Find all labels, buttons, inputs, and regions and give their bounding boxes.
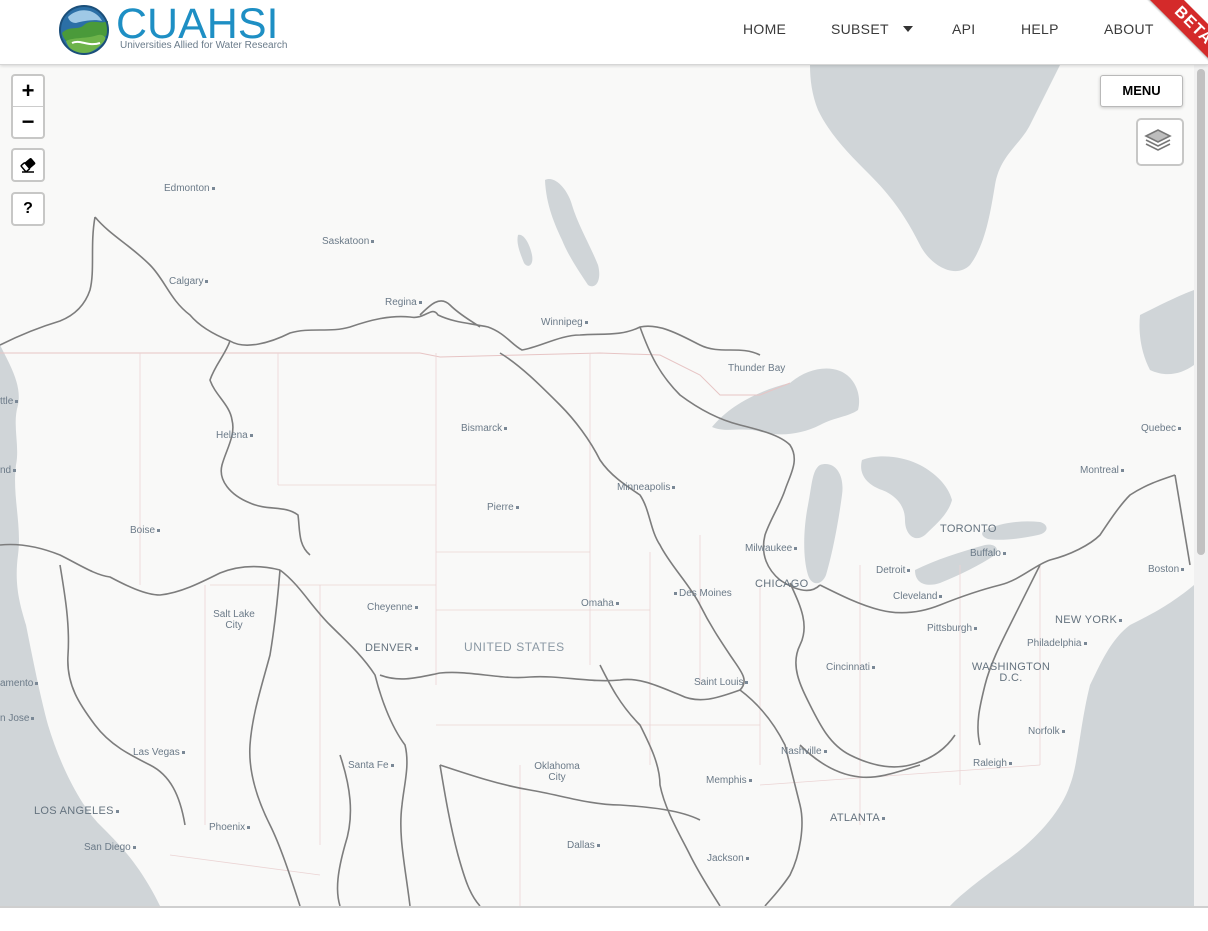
nav-subset-dropdown[interactable]: SUBSET [831,0,913,58]
label-las-vegas: Las Vegas [133,747,187,758]
label-washington-dc: WASHINGTON D.C. [971,661,1051,684]
lake-superior [712,368,860,435]
watershed-boundaries [0,216,1191,906]
label-quebec: Quebec [1141,423,1183,434]
state-borders [139,353,1041,906]
help-button[interactable]: ? [13,194,43,224]
globe-logo-icon [59,5,109,55]
label-pittsburgh: Pittsburgh [927,623,979,634]
zoom-control: + − [11,74,45,139]
label-dallas: Dallas [567,840,602,851]
label-helena: Helena [216,430,255,441]
label-minneapolis: Minneapolis [617,482,677,493]
help-control: ? [11,192,45,226]
nav-api[interactable]: API [952,0,975,58]
label-san-jose: n Jose [0,713,36,724]
label-raleigh: Raleigh [973,758,1014,769]
nav-help[interactable]: HELP [1021,0,1059,58]
label-saskatoon: Saskatoon [322,236,376,247]
label-phoenix: Phoenix [209,822,252,833]
label-norfolk: Norfolk [1028,726,1067,737]
lake-huron [861,456,952,539]
layers-icon [1144,129,1172,151]
page-bottom-divider [0,906,1208,908]
lake-manitoba [517,234,533,266]
label-santa-fe: Santa Fe [348,760,396,771]
label-regina: Regina [385,297,424,308]
label-san-diego: San Diego [84,842,138,853]
label-bismarck: Bismarck [461,423,509,434]
label-edmonton: Edmonton [164,183,217,194]
label-sacramento: amento [0,678,40,689]
label-thunder-bay: Thunder Bay [728,363,786,374]
layers-button[interactable] [1136,118,1184,166]
label-omaha: Omaha [581,598,621,609]
lake-michigan [804,464,843,584]
nav-home[interactable]: HOME [743,0,786,58]
label-chicago: CHICAGO [755,578,809,590]
label-los-angeles: LOS ANGELES [34,806,121,817]
label-des-moines: Des Moines [672,588,732,599]
gulf-st-lawrence [1139,290,1194,375]
label-nashville: Nashville [781,746,829,757]
beta-ribbon: BETA [1145,0,1208,64]
eraser-icon [20,158,36,173]
label-pierre: Pierre [487,502,521,513]
clear-selection-control [11,148,45,182]
label-seattle: ttle [0,396,20,407]
nav-about[interactable]: ABOUT [1104,0,1154,58]
label-buffalo: Buffalo [970,548,1008,559]
pacific-ocean [0,345,160,906]
label-montreal: Montreal [1080,465,1126,476]
label-united-states: UNITED STATES [464,640,565,654]
label-boston: Boston [1148,564,1186,575]
scrollbar-thumb[interactable] [1197,69,1205,555]
label-milwaukee: Milwaukee [745,543,799,554]
label-cheyenne: Cheyenne [367,602,420,613]
us-canada-border [0,352,791,396]
label-cincinnati: Cincinnati [826,662,877,673]
caret-down-icon [902,26,913,33]
hudson-bay [810,65,1060,272]
clear-selection-button[interactable] [13,150,43,180]
lake-winnipeg [545,179,600,287]
top-navigation-bar: CUAHSI Universities Allied for Water Res… [0,0,1208,65]
zoom-out-button[interactable]: − [13,106,43,137]
cuahsi-logo[interactable]: CUAHSI Universities Allied for Water Res… [58,0,308,57]
label-new-york: NEW YORK [1055,615,1124,626]
atlantic-ocean [950,585,1194,906]
map-canvas[interactable]: Edmonton Saskatoon Calgary Regina Winnip… [0,65,1194,906]
label-detroit: Detroit [876,565,912,576]
label-philadelphia: Philadelphia [1027,638,1089,649]
label-atlanta: ATLANTA [830,813,887,824]
menu-button[interactable]: MENU [1100,75,1183,107]
label-saint-louis: Saint Louis [694,677,750,688]
label-ind: nd [0,465,18,476]
label-oklahoma-city: Oklahoma City [534,761,580,783]
label-jackson: Jackson [707,853,751,864]
label-salt-lake-city: Salt Lake City [213,609,255,631]
label-memphis: Memphis [706,775,754,786]
label-cleveland: Cleveland [893,591,944,602]
label-boise: Boise [130,525,162,536]
logo-tagline: Universities Allied for Water Research [120,40,288,51]
vertical-scrollbar[interactable] [1194,65,1208,906]
label-toronto: TORONTO [940,523,997,535]
label-winnipeg: Winnipeg [541,317,590,328]
label-denver: DENVER [365,643,420,654]
nav-subset-label: SUBSET [831,21,889,37]
zoom-in-button[interactable]: + [13,76,43,106]
label-calgary: Calgary [169,276,210,287]
